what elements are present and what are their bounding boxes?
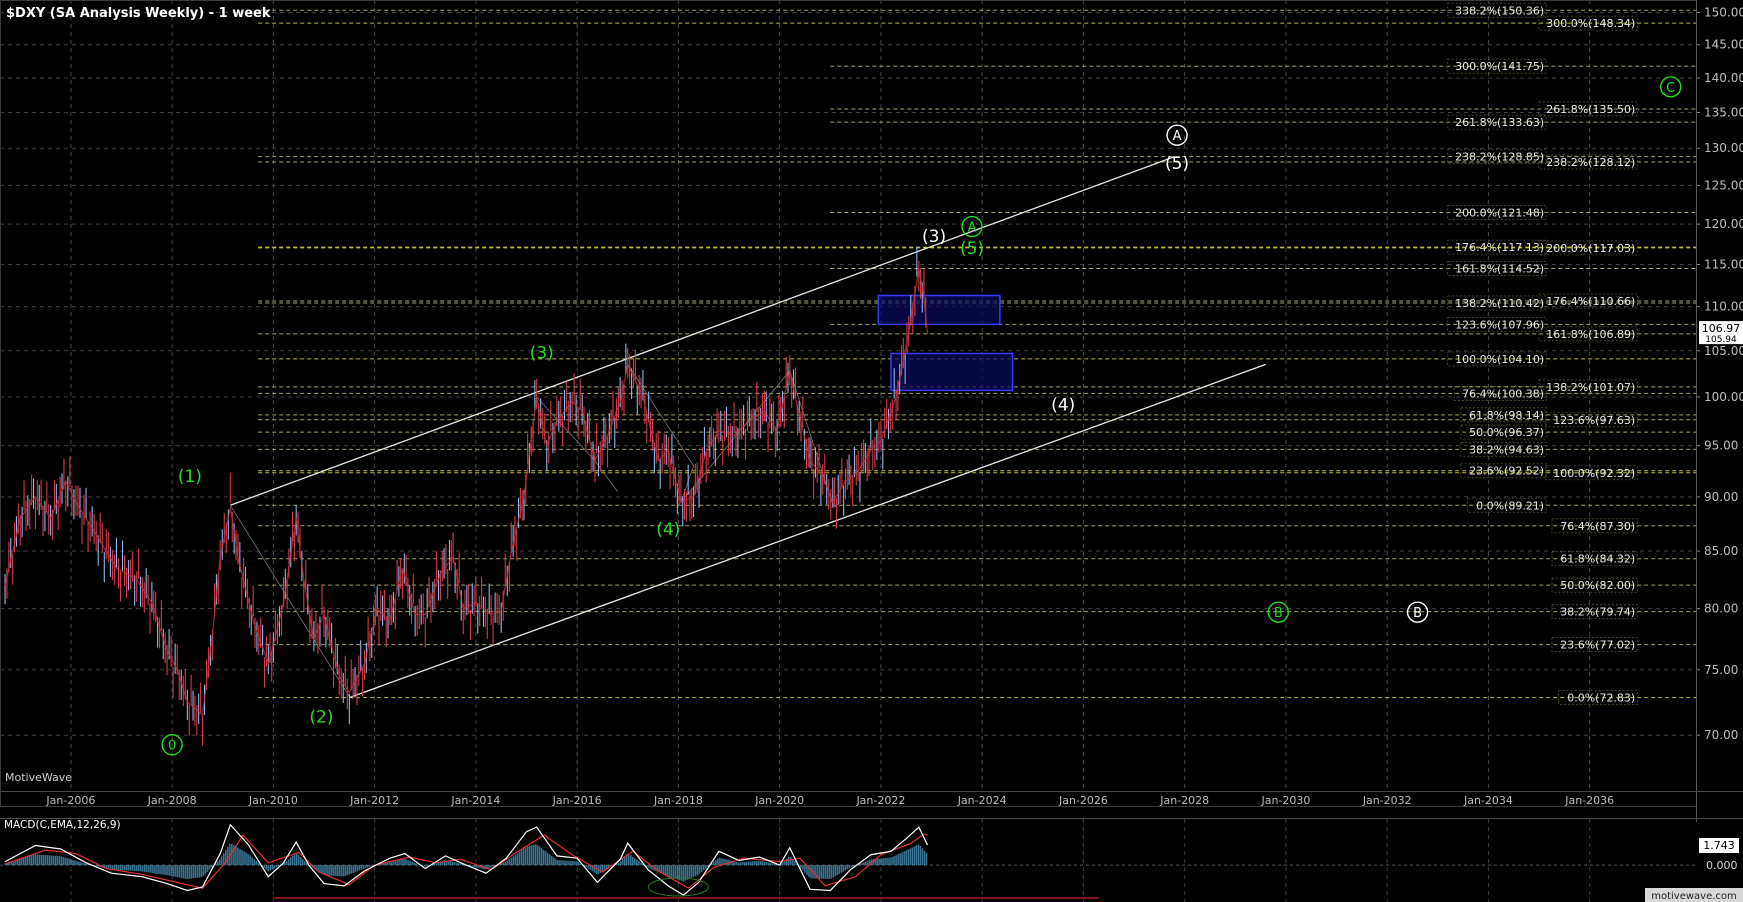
fib-level-label: 161.8%(114.52) — [1455, 262, 1544, 275]
fib-level-label: 23.6%(92.52) — [1469, 465, 1544, 478]
fib-level-label: 161.8%(106.89) — [1546, 328, 1635, 341]
y-tick-label: 110.00 — [1704, 300, 1743, 314]
fib-level-label: 0.0%(72.83) — [1567, 692, 1635, 705]
x-tick-label: Jan-2010 — [248, 794, 298, 807]
y-tick-label: 145.00 — [1704, 38, 1743, 52]
wave-label: B — [1274, 606, 1283, 621]
x-tick-label: Jan-2030 — [1260, 794, 1310, 807]
x-tick-label: Jan-2018 — [653, 794, 703, 807]
fib-level-label: 23.6%(77.02) — [1560, 639, 1635, 652]
macd-tag-value: 1.743 — [1703, 839, 1735, 852]
fib-level-label: 176.4%(110.66) — [1546, 295, 1635, 308]
x-tick-label: Jan-2014 — [450, 794, 500, 807]
y-tick-label: 135.00 — [1704, 105, 1743, 119]
fib-level-label: 123.6%(97.63) — [1553, 414, 1635, 427]
y-tick-label: 80.00 — [1704, 602, 1738, 616]
motivewave-watermark: MotiveWave — [5, 771, 72, 784]
fib-level-label: 100.0%(92.32) — [1553, 467, 1635, 480]
macd-title: MACD(C,EMA,12,26,9) — [4, 819, 121, 831]
x-tick-label: Jan-2020 — [754, 794, 804, 807]
wave-label: (4) — [1051, 396, 1075, 416]
wave-label: (1) — [178, 467, 202, 487]
fib-level-label: 123.6%(107.96) — [1455, 318, 1544, 331]
fib-level-label: 200.0%(117.03) — [1546, 242, 1635, 255]
y-tick-label: 140.00 — [1704, 71, 1743, 85]
macd-zero-label: 0.000 — [1706, 859, 1738, 872]
fib-level-label: 38.2%(94.63) — [1469, 443, 1544, 456]
target-box — [890, 352, 1014, 392]
y-tick-label: 115.00 — [1704, 257, 1743, 271]
wave-label: (4) — [656, 520, 680, 540]
fib-level-label: 138.2%(110.42) — [1455, 297, 1544, 310]
fib-level-label: 61.8%(84.32) — [1560, 553, 1635, 566]
fib-level-label: 138.2%(101.07) — [1546, 381, 1635, 394]
wave-label: A — [1173, 129, 1182, 144]
wave-label: (2) — [309, 707, 333, 727]
y-tick-label: 150.00 — [1704, 6, 1743, 20]
fib-level-label: 76.4%(87.30) — [1560, 520, 1635, 533]
fib-level-label: 0.0%(89.21) — [1476, 499, 1544, 512]
footer-brand: motivewave.com — [1651, 891, 1737, 902]
y-tick-label: 100.00 — [1704, 390, 1743, 404]
fib-level-label: 261.8%(133.63) — [1455, 116, 1544, 129]
wave-label: (3) — [922, 227, 946, 247]
y-tick-label: 85.00 — [1704, 544, 1738, 558]
wave-label: C — [1666, 81, 1675, 96]
y-tick-label: 75.00 — [1704, 663, 1738, 677]
x-tick-label: Jan-2028 — [1159, 794, 1209, 807]
chart-title: $DXY (SA Analysis Weekly) - 1 week — [6, 6, 271, 21]
fib-level-label: 338.2%(150.36) — [1455, 4, 1544, 17]
wave-label: A — [968, 221, 977, 236]
target-box — [877, 294, 1001, 326]
current-price-tag: 106.97 105.94 — [1699, 321, 1743, 345]
x-tick-label: Jan-2016 — [552, 794, 602, 807]
fib-level-label: 38.2%(79.74) — [1560, 606, 1635, 619]
x-tick-label: Jan-2012 — [349, 794, 399, 807]
wave-label: (3) — [530, 344, 554, 364]
price-tag-previous: 105.94 — [1705, 335, 1737, 345]
x-tick-label: Jan-2036 — [1564, 794, 1614, 807]
y-tick-label: 125.00 — [1704, 178, 1743, 192]
fib-level-label: 50.0%(82.00) — [1560, 579, 1635, 592]
x-tick-label: Jan-2034 — [1463, 794, 1513, 807]
wave-label: 0 — [168, 739, 176, 754]
fib-level-label: 76.4%(100.38) — [1462, 387, 1544, 400]
wave-label: B — [1413, 606, 1422, 621]
fib-level-label: 238.2%(128.12) — [1546, 156, 1635, 169]
y-tick-label: 105.00 — [1704, 344, 1743, 358]
chart-canvas: 338.2%(150.36)300.0%(148.34) 300.0%(141.7… — [0, 0, 1743, 902]
y-tick-label: 95.00 — [1704, 439, 1738, 453]
fib-level-label: 300.0%(141.75) — [1455, 60, 1544, 73]
x-tick-label: Jan-2006 — [45, 794, 95, 807]
x-tick-label: Jan-2026 — [1058, 794, 1108, 807]
wave-label: (5) — [1165, 154, 1189, 174]
wave-label: (5) — [960, 239, 984, 259]
price-tag-value: 106.97 — [1702, 322, 1741, 335]
y-tick-label: 130.00 — [1704, 141, 1743, 155]
fib-level-label: 300.0%(148.34) — [1546, 17, 1635, 30]
x-tick-label: Jan-2008 — [147, 794, 197, 807]
x-tick-label: Jan-2032 — [1362, 794, 1412, 807]
x-tick-label: Jan-2022 — [855, 794, 905, 807]
y-tick-label: 90.00 — [1704, 490, 1738, 504]
fib-level-label: 100.0%(104.10) — [1455, 353, 1544, 366]
y-tick-label: 120.00 — [1704, 217, 1743, 231]
y-tick-label: 70.00 — [1704, 728, 1738, 742]
fib-level-label: 200.0%(121.48) — [1455, 207, 1544, 220]
fib-level-label: 261.8%(135.50) — [1546, 103, 1635, 116]
macd-value-tag: 1.743 — [1699, 838, 1739, 854]
x-tick-label: Jan-2024 — [957, 794, 1007, 807]
fib-level-label: 50.0%(96.37) — [1469, 426, 1544, 439]
